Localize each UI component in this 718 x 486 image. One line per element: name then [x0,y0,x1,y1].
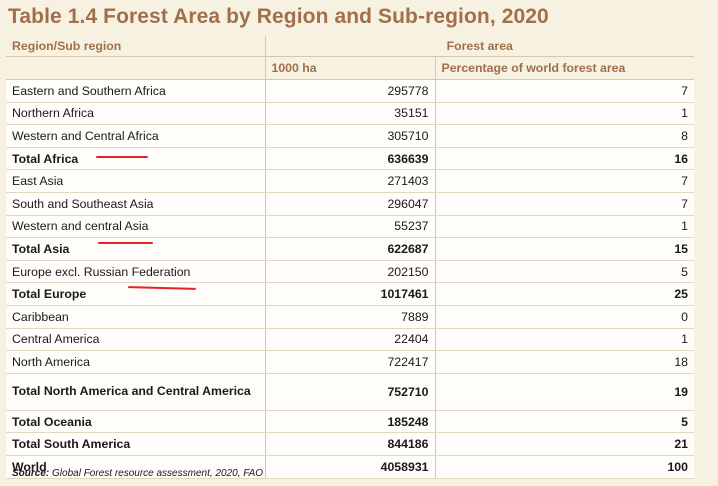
table-row: North America 722417 18 [6,350,694,374]
area-ha: 35151 [264,102,435,126]
area-pct: 18 [434,350,694,374]
area-ha: 295778 [264,79,435,103]
source-label: Source: [12,468,50,479]
table-row: Western and central Asia 55237 1 [6,215,694,239]
area-pct: 1 [434,328,694,352]
area-ha: 722417 [264,350,435,374]
table-row-total: Total Europe 1017461 25 [6,282,694,306]
table-row: South and Southeast Asia 296047 7 [6,192,694,216]
region-name: Central America [6,328,265,352]
underline-total-africa [96,156,148,158]
area-ha: 271403 [264,169,435,193]
table-row: East Asia 271403 7 [6,169,694,193]
forest-area-table: Region/Sub region Forest area 1000 ha Pe… [6,36,694,479]
underline-total-asia [98,242,153,244]
source-text: Global Forest resource assessment, 2020,… [49,468,264,479]
region-name: Western and central Asia [6,215,265,239]
area-ha: 202150 [264,260,435,284]
area-ha: 55237 [264,215,435,239]
area-pct: 7 [434,169,694,193]
table-row: Eastern and Southern Africa 295778 7 [6,79,694,103]
area-ha: 185248 [264,410,435,434]
area-pct: 16 [434,147,694,171]
col-header-pct: Percentage of world forest area [434,56,694,80]
region-header: Region/Sub region [6,36,265,57]
area-pct: 5 [434,260,694,284]
area-ha: 4058931 [264,455,435,479]
region-name: Europe excl. Russian Federation [6,260,265,284]
area-ha: 752710 [264,373,435,411]
table-title: Table 1.4 Forest Area by Region and Sub-… [8,5,549,28]
table-row: Western and Central Africa 305710 8 [6,124,694,148]
area-ha: 305710 [264,124,435,148]
area-ha: 296047 [264,192,435,216]
region-header-spacer [6,56,265,80]
table-row-total: Total North America and Central America … [6,373,694,411]
table-row: Europe excl. Russian Federation 202150 5 [6,260,694,284]
area-pct: 25 [434,282,694,306]
area-pct: 15 [434,237,694,261]
region-name: Total South America [6,432,265,456]
region-name: Caribbean [6,305,265,329]
area-ha: 1017461 [264,282,435,306]
area-pct: 1 [434,102,694,126]
table-row-total: Total South America 844186 21 [6,432,694,456]
region-name: Eastern and Southern Africa [6,79,265,103]
region-name: South and Southeast Asia [6,192,265,216]
area-ha: 844186 [264,432,435,456]
region-name: East Asia [6,169,265,193]
region-name: Total Africa [6,147,265,171]
source-note: Source: Global Forest resource assessmen… [12,468,263,479]
forest-area-header: Forest area [264,36,694,57]
table-row-total: Total Oceania 185248 5 [6,410,694,434]
table-row: Northern Africa 35151 1 [6,102,694,126]
region-name: North America [6,350,265,374]
area-pct: 5 [434,410,694,434]
area-pct: 1 [434,215,694,239]
region-name: Total North America and Central America [6,373,265,411]
region-name: Western and Central Africa [6,124,265,148]
area-pct: 8 [434,124,694,148]
area-ha: 7889 [264,305,435,329]
area-pct: 0 [434,305,694,329]
area-pct: 7 [434,79,694,103]
col-header-ha: 1000 ha [264,56,435,80]
area-ha: 622687 [264,237,435,261]
area-ha: 22404 [264,328,435,352]
area-ha: 636639 [264,147,435,171]
table-row: Central America 22404 1 [6,328,694,352]
area-pct: 19 [434,373,694,411]
region-name: Total Oceania [6,410,265,434]
table-row-total: Total Africa 636639 16 [6,147,694,171]
area-pct: 21 [434,432,694,456]
region-name: Northern Africa [6,102,265,126]
area-pct: 100 [434,455,694,479]
area-pct: 7 [434,192,694,216]
table-row: Caribbean 7889 0 [6,305,694,329]
